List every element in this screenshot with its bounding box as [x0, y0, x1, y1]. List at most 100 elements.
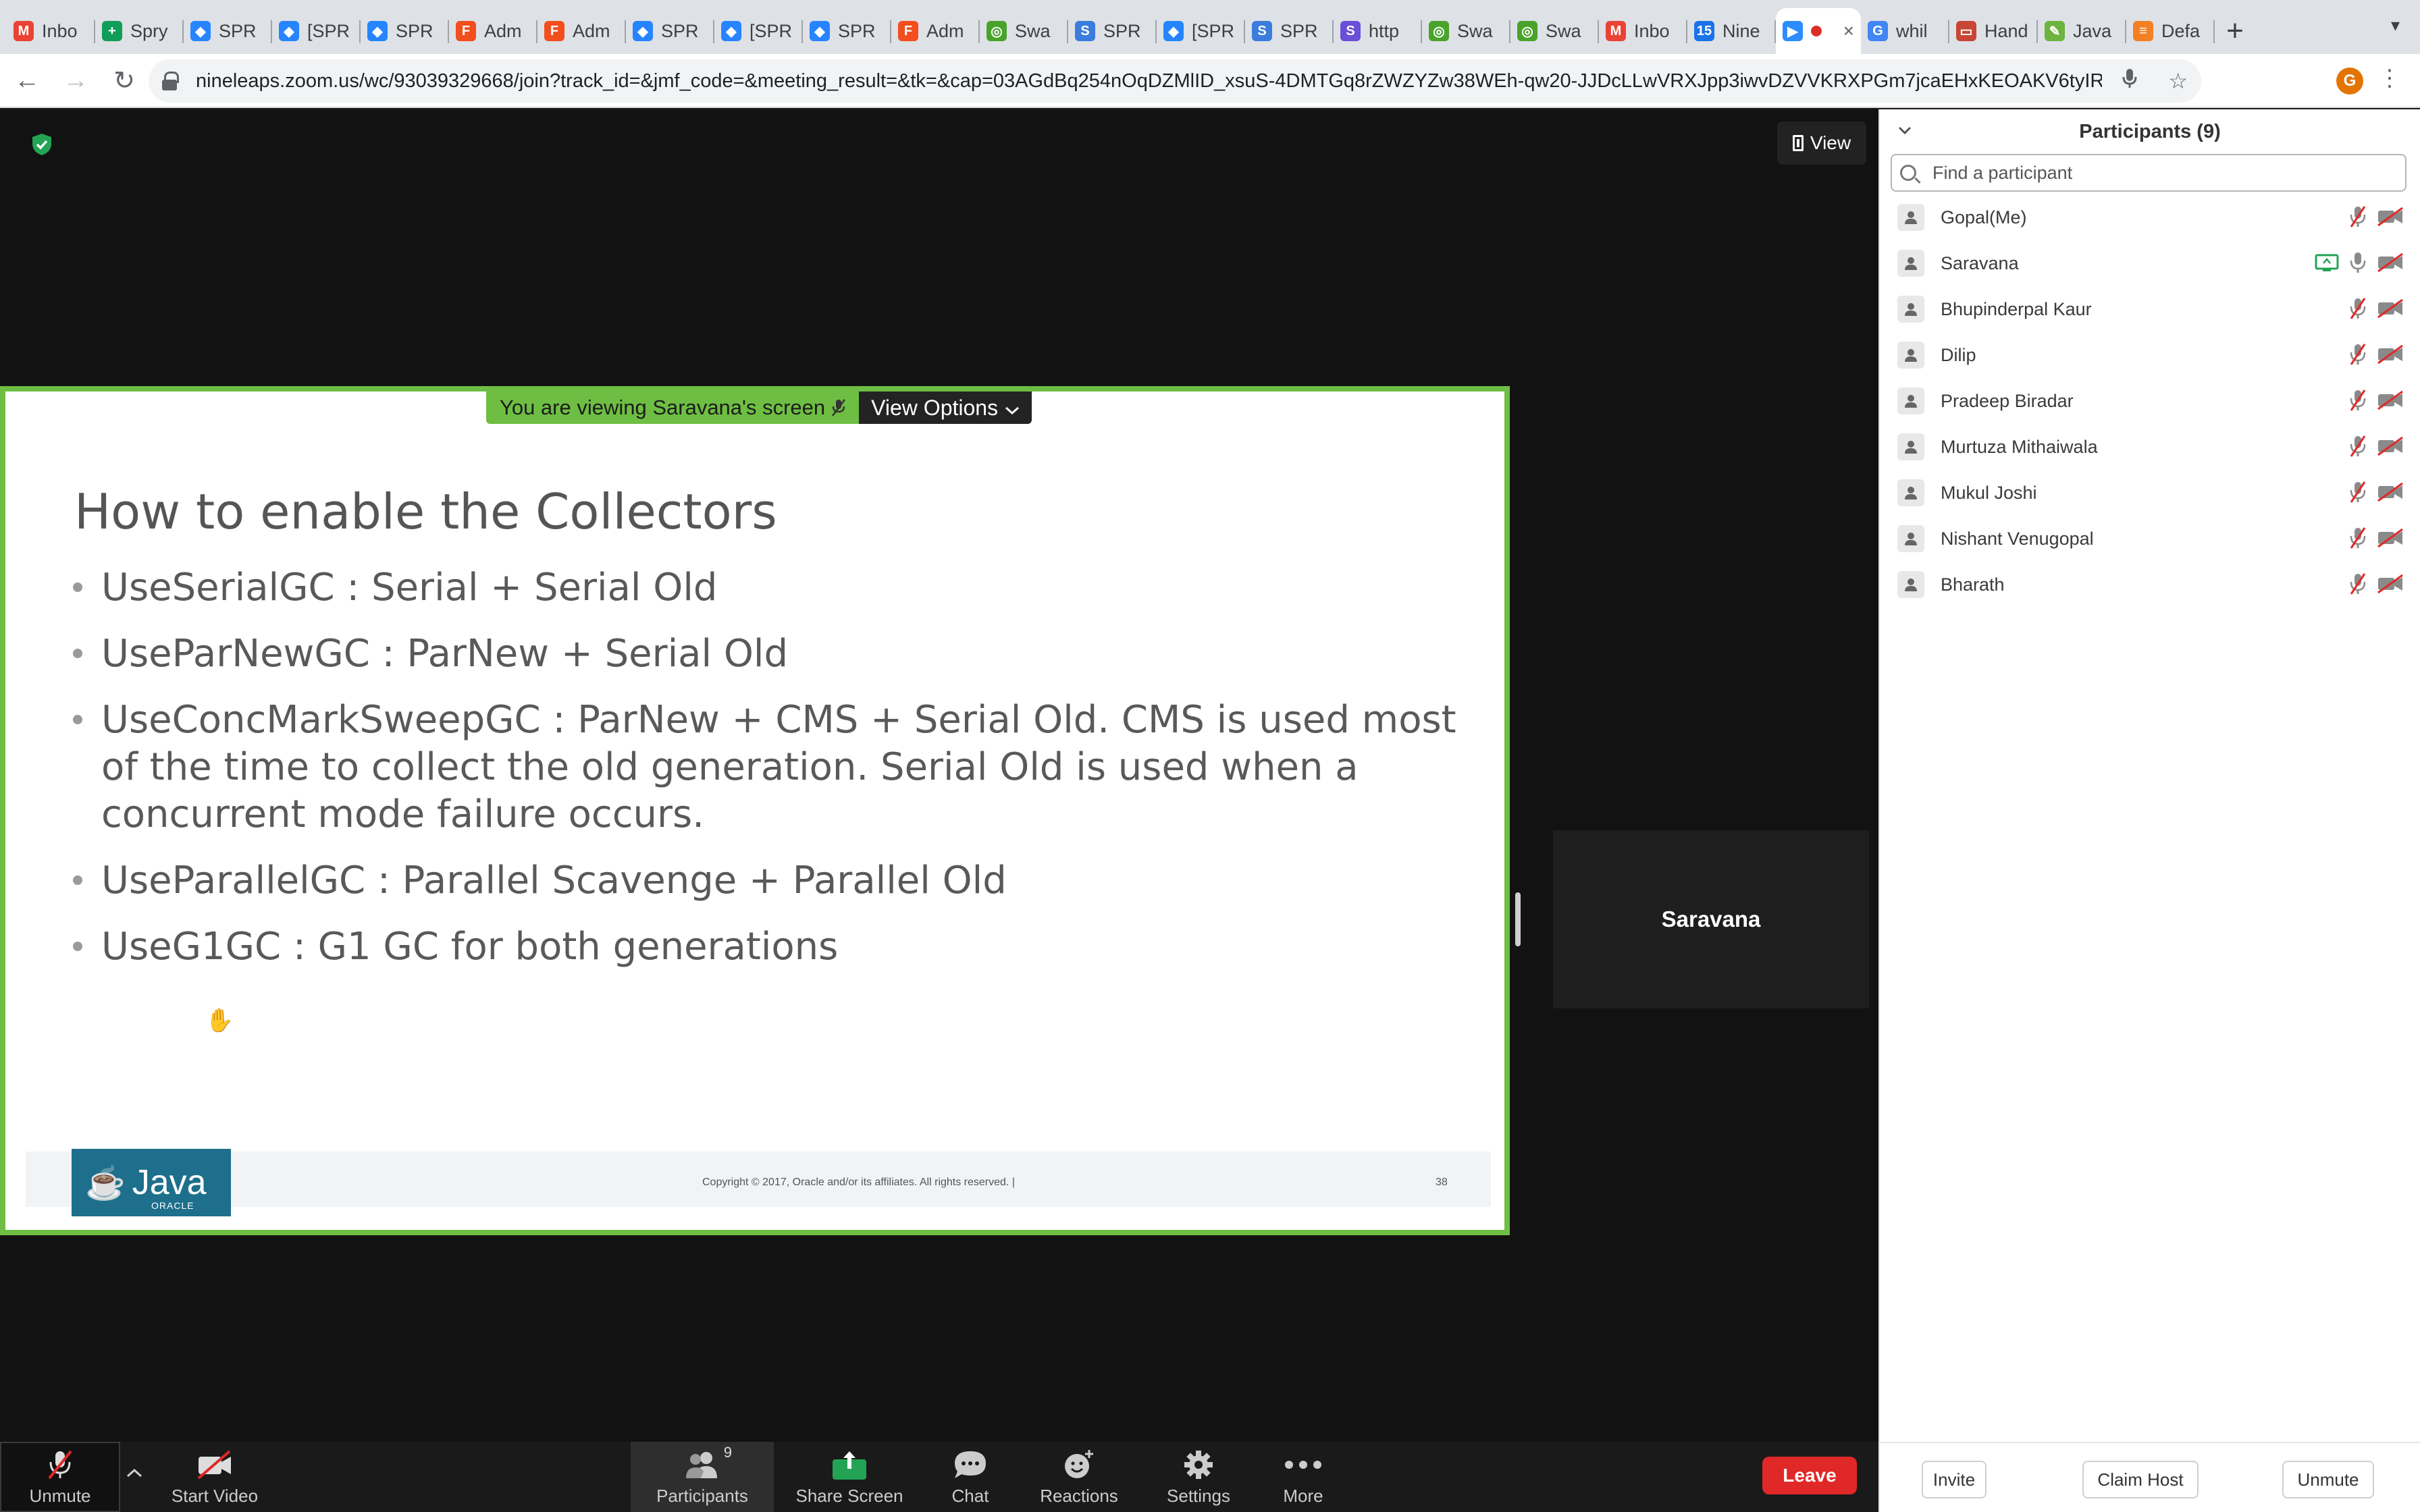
mic-muted-icon [2350, 343, 2366, 369]
participant-row[interactable]: Bhupinderpal Kaur [1880, 286, 2420, 332]
browser-tab[interactable]: ▶ × [1776, 8, 1861, 54]
forward-arrow-icon[interactable]: → [54, 59, 97, 102]
participant-status-icons [2350, 481, 2404, 507]
meeting-controls-bar: Unmute Start Video 9 Participants Share … [0, 1442, 1878, 1512]
participant-row[interactable]: Murtuza Mithaiwala [1880, 424, 2420, 470]
browser-tab[interactable]: ◆ SPR [361, 8, 449, 54]
slide-page-number: 38 [1436, 1177, 1448, 1188]
participant-status-icons [2350, 297, 2404, 323]
collapse-chevron-icon[interactable] [1897, 119, 1912, 140]
browser-tab[interactable]: ◆ [SPR [714, 8, 803, 54]
unmute-all-button[interactable]: Unmute [2282, 1461, 2374, 1498]
browser-tab[interactable]: ◎ Swa [980, 8, 1068, 54]
jira-icon: ◆ [190, 21, 211, 41]
browser-tab[interactable]: F Adm [537, 8, 626, 54]
swagger-icon: ◎ [1429, 21, 1449, 41]
browser-tab[interactable]: Gwhil [1861, 8, 1949, 54]
browser-tab[interactable]: ◆ SPR [184, 8, 272, 54]
participant-row[interactable]: Saravana [1880, 240, 2420, 286]
back-arrow-icon[interactable]: ← [5, 59, 49, 102]
new-tab-button[interactable]: + [2215, 8, 2255, 54]
participant-avatar-icon [1897, 479, 1924, 506]
tab-title: SPR [661, 20, 699, 41]
encryption-shield-icon[interactable] [30, 132, 54, 157]
tab-search-chevron-icon[interactable]: ▾ [2391, 15, 2400, 36]
browser-tab[interactable]: 15 Nine [1687, 8, 1776, 54]
share-screen-button[interactable]: Share Screen [790, 1442, 909, 1512]
slide-title: How to enable the Collectors [74, 483, 777, 540]
participant-row[interactable]: Nishant Venugopal [1880, 516, 2420, 562]
participant-video-tile[interactable]: Saravana [1553, 830, 1869, 1008]
reactions-button[interactable]: Reactions [1032, 1442, 1126, 1512]
invite-button[interactable]: Invite [1922, 1461, 1987, 1498]
chat-button[interactable]: Chat [933, 1442, 1007, 1512]
browser-tab[interactable]: Shttp [1334, 8, 1422, 54]
participant-search[interactable] [1891, 154, 2406, 192]
claim-host-button[interactable]: Claim Host [2082, 1461, 2199, 1498]
participants-button[interactable]: 9 Participants [631, 1442, 774, 1512]
more-button[interactable]: More [1269, 1442, 1337, 1512]
profile-avatar[interactable]: G [2336, 68, 2363, 94]
participant-name: Dilip [1941, 344, 1976, 365]
smiley-icon [1062, 1448, 1096, 1482]
participants-panel-header: Participants (9) [1880, 109, 2420, 154]
participant-row[interactable]: Pradeep Biradar [1880, 378, 2420, 424]
url-text[interactable]: nineleaps.zoom.us/wc/93039329668/join?tr… [196, 70, 2102, 92]
tab-title: SPR [1103, 20, 1141, 41]
browser-tab[interactable]: ◎ Swa [1510, 8, 1599, 54]
unmute-button[interactable]: Unmute [0, 1442, 120, 1512]
browser-tab[interactable]: ◆ [SPR [1157, 8, 1245, 54]
start-video-button[interactable]: Start Video [161, 1442, 269, 1512]
browser-tab[interactable]: M Inbo [1599, 8, 1687, 54]
reload-icon[interactable]: ↻ [103, 59, 146, 102]
leave-button[interactable]: Leave [1762, 1457, 1857, 1494]
participant-name: Nishant Venugopal [1941, 528, 2094, 549]
chat-label: Chat [951, 1485, 989, 1506]
lock-icon[interactable] [162, 72, 179, 90]
gmail-icon: M [14, 21, 34, 41]
browser-tab[interactable]: + Spry [95, 8, 184, 54]
participant-name: Saravana [1941, 252, 2019, 273]
browser-tab[interactable]: S SPR [1245, 8, 1334, 54]
browser-tab[interactable]: ✎ Java [2038, 8, 2126, 54]
browser-menu-icon[interactable]: ⋮ [2378, 65, 2401, 92]
figma-icon: F [544, 21, 564, 41]
slide-bullet: UseParNewGC : ParNew + Serial Old [73, 630, 1464, 678]
view-options-button[interactable]: View Options [859, 392, 1032, 424]
address-bar[interactable]: nineleaps.zoom.us/wc/93039329668/join?tr… [149, 59, 2201, 103]
figma-icon: F [898, 21, 918, 41]
participant-avatar-icon [1897, 571, 1924, 598]
meeting-area: View You are viewing Saravana's screen V… [0, 109, 1878, 1442]
splitter-handle[interactable] [1515, 892, 1521, 946]
tab-title: Adm [926, 20, 964, 41]
browser-tab[interactable]: F Adm [449, 8, 537, 54]
browser-tab[interactable]: ◆ SPR [803, 8, 891, 54]
video-off-icon [2377, 207, 2404, 230]
participant-row[interactable]: Gopal(Me) [1880, 194, 2420, 240]
participant-status-icons [2350, 435, 2404, 461]
settings-button[interactable]: Settings [1156, 1442, 1241, 1512]
participant-search-input[interactable] [1932, 162, 2397, 184]
browser-tab[interactable]: ◎ Swa [1422, 8, 1510, 54]
tab-title: Inbo [1634, 20, 1670, 41]
microphone-icon[interactable] [2122, 68, 2137, 94]
browser-tab[interactable]: ◆ [SPR [272, 8, 361, 54]
audio-options-chevron-icon[interactable] [126, 1461, 143, 1484]
tab-title: SPR [396, 20, 433, 41]
view-button[interactable]: View [1777, 122, 1866, 165]
browser-tab[interactable]: S SPR [1068, 8, 1157, 54]
browser-tab[interactable]: M Inbo [7, 8, 95, 54]
close-tab-icon[interactable]: × [1843, 20, 1854, 42]
mic-muted-icon [2350, 205, 2366, 232]
jira-icon: ◆ [367, 21, 388, 41]
browser-tab[interactable]: F Adm [891, 8, 980, 54]
bookmark-star-icon[interactable]: ☆ [2168, 68, 2188, 94]
participant-row[interactable]: Mukul Joshi [1880, 470, 2420, 516]
participants-icon: 9 [682, 1444, 732, 1482]
browser-tab[interactable]: ◆ SPR [626, 8, 714, 54]
sheets-icon: + [102, 21, 122, 41]
participant-row[interactable]: Bharath [1880, 562, 2420, 608]
participant-row[interactable]: Dilip [1880, 332, 2420, 378]
browser-tab[interactable]: ▭ Hand [1949, 8, 2038, 54]
browser-tab[interactable]: ≡ Defa [2126, 8, 2215, 54]
